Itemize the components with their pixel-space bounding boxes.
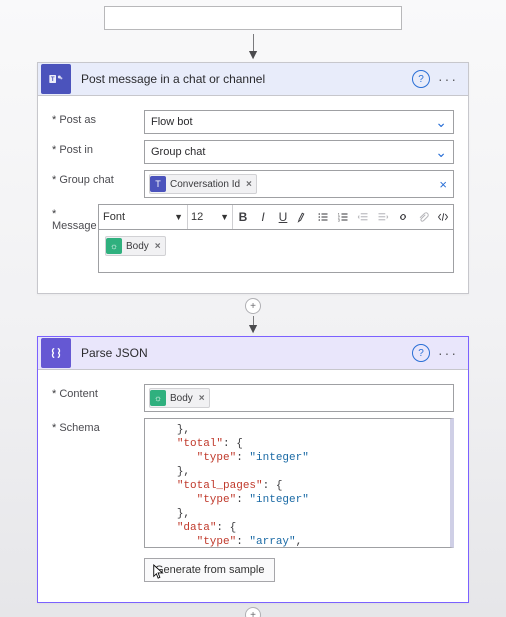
- card-title: Post message in a chat or channel: [81, 72, 265, 86]
- more-icon[interactable]: ···: [438, 345, 458, 361]
- chevron-down-icon: ⌄: [435, 144, 447, 161]
- generate-from-sample-button[interactable]: Generate from sample: [144, 558, 275, 582]
- previous-action-field[interactable]: [104, 6, 402, 30]
- teams-icon: T: [41, 64, 71, 94]
- label-post-as: * Post as: [52, 110, 144, 126]
- schema-editor[interactable]: }, "total": { "type": "integer" }, "tota…: [144, 418, 454, 548]
- label-post-in: * Post in: [52, 140, 144, 156]
- card-header[interactable]: Parse JSON ? ···: [38, 337, 468, 370]
- remove-token-icon[interactable]: ×: [155, 241, 161, 252]
- format-painter-button[interactable]: [293, 205, 313, 229]
- clear-icon[interactable]: ×: [439, 177, 447, 192]
- remove-token-icon[interactable]: ×: [199, 393, 205, 404]
- connector-arrow: ▼: [0, 316, 506, 332]
- token-body[interactable]: ☼ Body ×: [105, 236, 166, 256]
- add-step-button[interactable]: +: [245, 607, 261, 617]
- code-view-button[interactable]: [433, 205, 453, 229]
- font-size-select[interactable]: 12▼: [188, 205, 233, 229]
- label-message: * Message: [52, 204, 98, 232]
- label-group-chat: * Group chat: [52, 170, 144, 186]
- content-input[interactable]: ☼ Body ×: [144, 384, 454, 412]
- bulb-icon: ☼: [150, 390, 166, 406]
- data-ops-icon: [41, 338, 71, 368]
- action-card-parse-json: Parse JSON ? ··· * Content ☼ Body ×: [37, 336, 469, 603]
- token-conversation-id[interactable]: T Conversation Id ×: [149, 174, 257, 194]
- outdent-button[interactable]: [353, 205, 373, 229]
- remove-token-icon[interactable]: ×: [246, 179, 252, 190]
- help-icon[interactable]: ?: [412, 70, 430, 88]
- help-icon[interactable]: ?: [412, 344, 430, 362]
- card-title: Parse JSON: [81, 346, 148, 360]
- font-family-select[interactable]: Font▼: [99, 205, 188, 229]
- more-icon[interactable]: ···: [438, 71, 458, 87]
- bold-button[interactable]: B: [233, 205, 253, 229]
- bullet-list-button[interactable]: [313, 205, 333, 229]
- post-as-select[interactable]: Flow bot ⌄: [144, 110, 454, 134]
- indent-button[interactable]: [373, 205, 393, 229]
- svg-text:3: 3: [338, 219, 340, 223]
- chevron-down-icon: ⌄: [435, 114, 447, 131]
- hyperlink-button[interactable]: [393, 205, 413, 229]
- bulb-icon: ☼: [106, 238, 122, 254]
- add-step-button[interactable]: +: [245, 298, 261, 314]
- token-body[interactable]: ☼ Body ×: [149, 388, 210, 408]
- attach-button[interactable]: [413, 205, 433, 229]
- group-chat-input[interactable]: T Conversation Id × ×: [144, 170, 454, 198]
- label-content: * Content: [52, 384, 144, 400]
- action-card-post-message: T Post message in a chat or channel ? ··…: [37, 62, 469, 294]
- card-header[interactable]: T Post message in a chat or channel ? ··…: [38, 63, 468, 96]
- message-input[interactable]: ☼ Body ×: [98, 230, 454, 273]
- underline-button[interactable]: U: [273, 205, 293, 229]
- svg-text:T: T: [51, 77, 55, 83]
- post-in-select[interactable]: Group chat ⌄: [144, 140, 454, 164]
- italic-button[interactable]: I: [253, 205, 273, 229]
- number-list-button[interactable]: 123: [333, 205, 353, 229]
- rte-toolbar: Font▼ 12▼ B I U: [98, 204, 454, 230]
- connector-arrow: ▼: [0, 34, 506, 58]
- label-schema: * Schema: [52, 418, 144, 434]
- teams-icon: T: [150, 176, 166, 192]
